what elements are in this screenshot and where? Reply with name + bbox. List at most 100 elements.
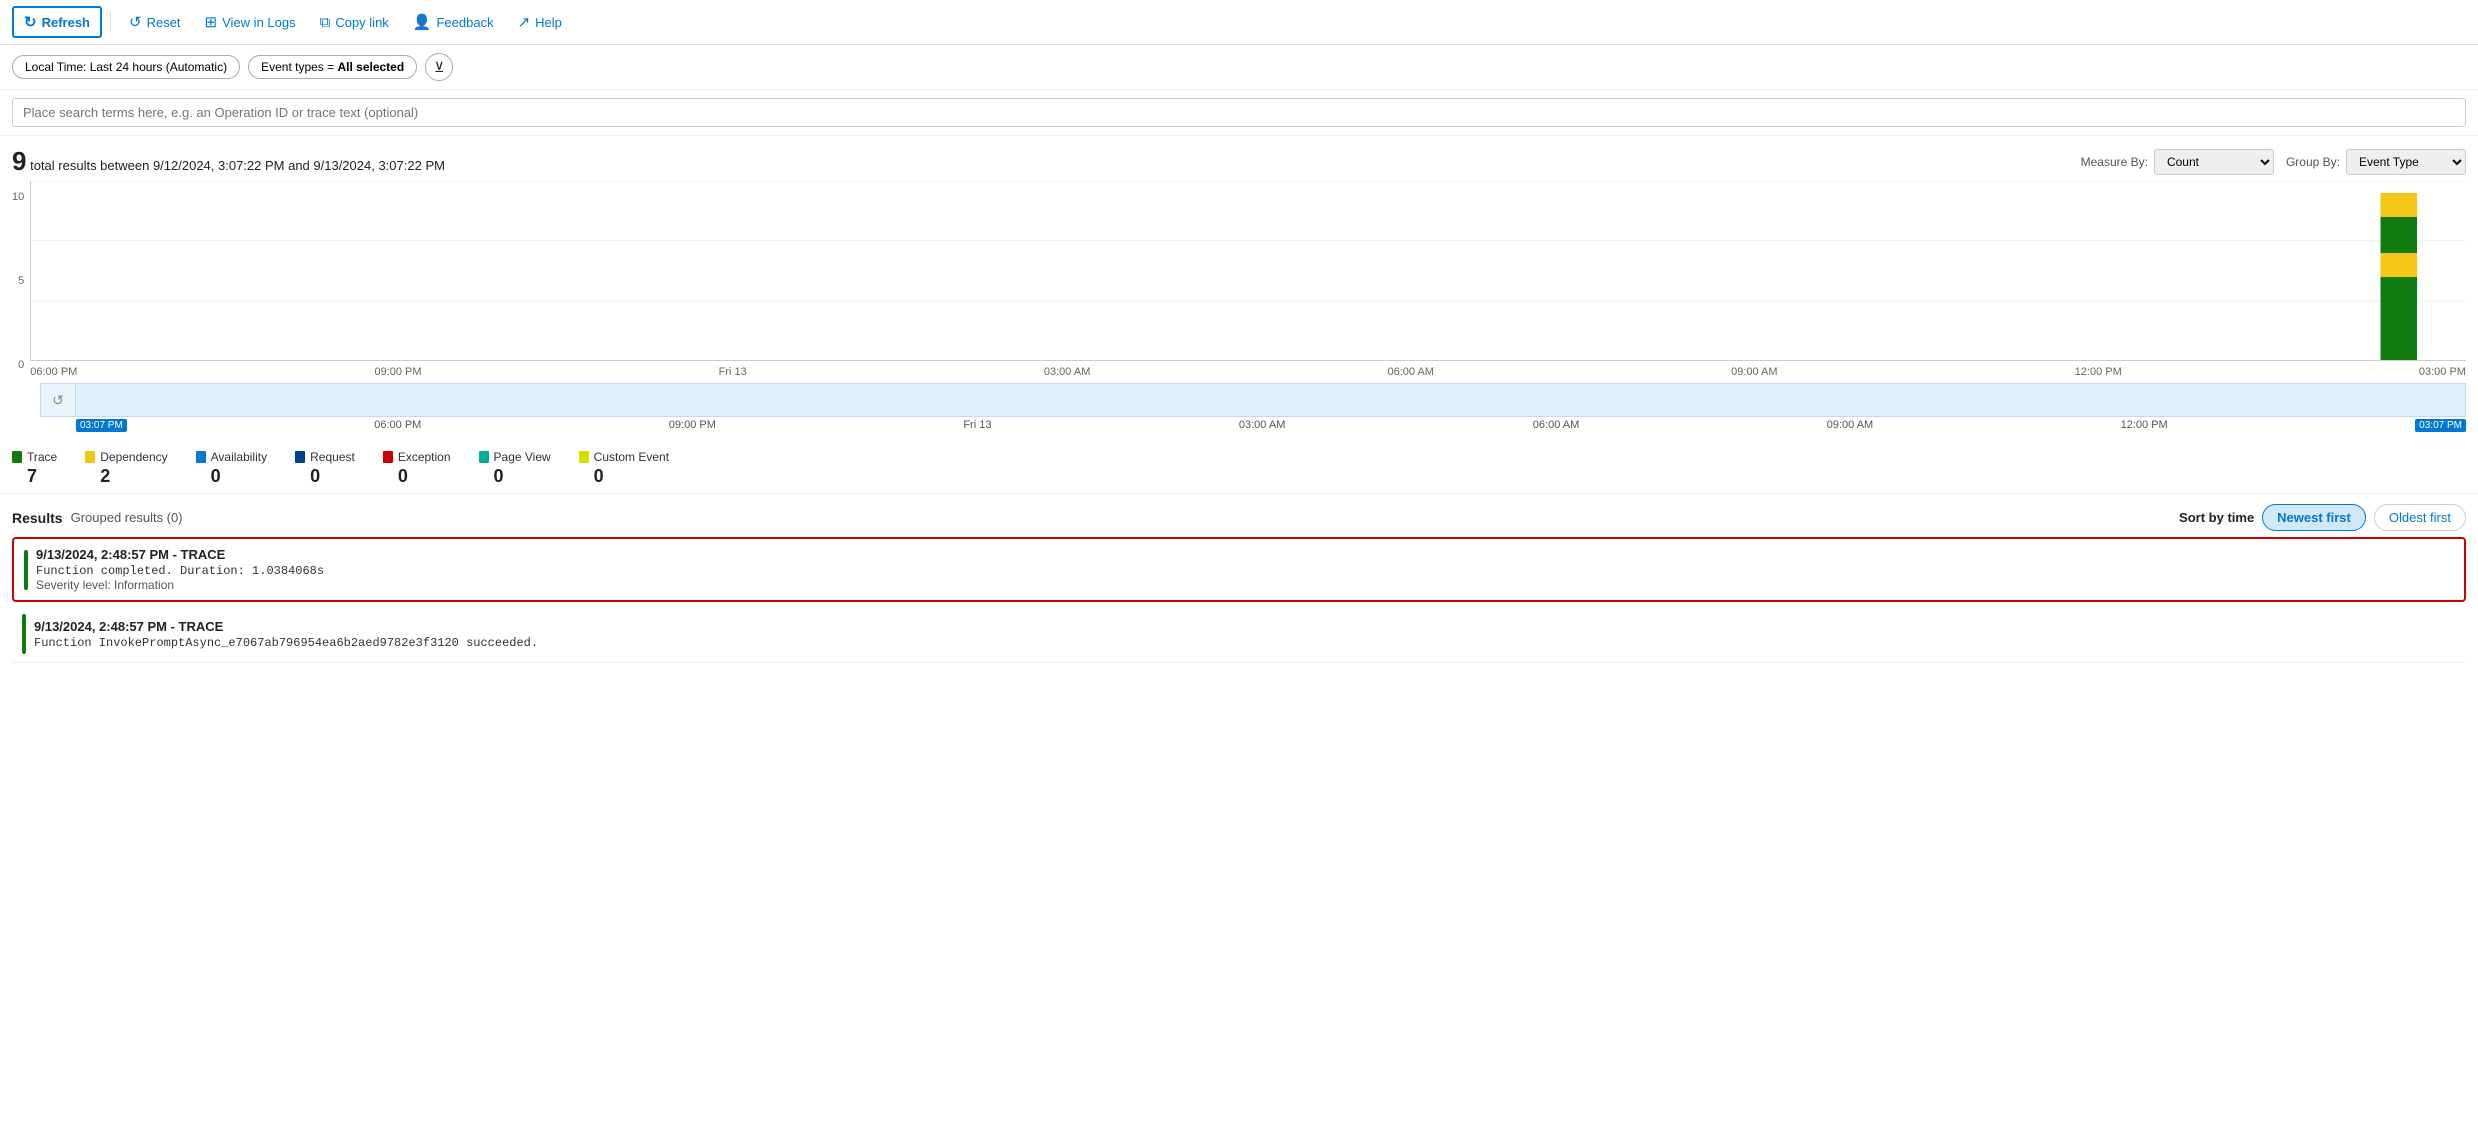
results-list: 9/13/2024, 2:48:57 PM - TRACE Function c…: [0, 537, 2478, 663]
legend-label: Exception: [383, 450, 451, 464]
measure-by-label: Measure By:: [2081, 155, 2148, 169]
legend-name: Dependency: [100, 450, 167, 464]
result-item-item1[interactable]: 9/13/2024, 2:48:57 PM - TRACE Function c…: [12, 537, 2466, 602]
x-axis: 06:00 PM 09:00 PM Fri 13 03:00 AM 06:00 …: [30, 366, 2466, 378]
x-label-4: 03:00 AM: [1044, 366, 1090, 378]
legend-name: Trace: [27, 450, 57, 464]
timeline-axis: 03:07 PM 06:00 PM 09:00 PM Fri 13 03:00 …: [76, 419, 2466, 432]
total-count: 9: [12, 146, 26, 176]
legend-count: 7: [12, 466, 57, 487]
chart-with-yaxis: 10 5 0 06:00 PM 09:00 PM: [12, 181, 2466, 381]
x-label-5: 06:00 AM: [1387, 366, 1433, 378]
results-title: Results: [12, 510, 63, 526]
legend-label: Trace: [12, 450, 57, 464]
result-content: 9/13/2024, 2:48:57 PM - TRACE Function c…: [36, 547, 2454, 592]
measure-by-group: Measure By: Count: [2081, 149, 2274, 175]
toolbar: ↻ Refresh ↺ Reset ⊞ View in Logs ⧉ Copy …: [0, 0, 2478, 45]
result-type-indicator: [22, 614, 26, 654]
help-button[interactable]: ↗ Help: [508, 8, 572, 36]
group-by-select[interactable]: Event Type: [2346, 149, 2466, 175]
sort-group: Sort by time Newest first Oldest first: [2179, 504, 2466, 531]
search-input[interactable]: [12, 98, 2466, 127]
summary-right: Measure By: Count Group By: Event Type: [2081, 149, 2466, 175]
results-header: Results Grouped results (0) Sort by time…: [0, 494, 2478, 537]
time-range-filter[interactable]: Local Time: Last 24 hours (Automatic): [12, 55, 240, 79]
chart-area: 10 5 0 06:00 PM 09:00 PM: [0, 181, 2478, 432]
legend-item-exception[interactable]: Exception 0: [383, 450, 451, 487]
reset-icon: ↺: [129, 13, 142, 31]
x-label-3: Fri 13: [719, 366, 747, 378]
search-bar: [0, 90, 2478, 136]
legend-item-trace[interactable]: Trace 7: [12, 450, 57, 487]
reset-button[interactable]: ↺ Reset: [119, 8, 191, 36]
legend-item-custom event[interactable]: Custom Event 0: [579, 450, 669, 487]
legend-count: 0: [295, 466, 355, 487]
x-label-8: 03:00 PM: [2419, 366, 2466, 378]
feedback-label: Feedback: [436, 15, 493, 30]
feedback-icon: 👤: [413, 13, 432, 31]
summary-section: 9 total results between 9/12/2024, 3:07:…: [0, 136, 2478, 181]
legend-label: Availability: [196, 450, 267, 464]
refresh-label: Refresh: [42, 15, 90, 30]
result-item-item2[interactable]: 9/13/2024, 2:48:57 PM - TRACE Function I…: [12, 606, 2466, 663]
group-by-label: Group By:: [2286, 155, 2340, 169]
result-severity: Severity level: Information: [36, 578, 2454, 592]
legend-count: 0: [383, 466, 451, 487]
legend-count: 0: [579, 466, 669, 487]
legend-count: 0: [196, 466, 267, 487]
chart-canvas[interactable]: 06:00 PM 09:00 PM Fri 13 03:00 AM 06:00 …: [30, 181, 2466, 381]
timeline-start-label: 03:07 PM: [76, 419, 127, 432]
copy-link-button[interactable]: ⧉ Copy link: [310, 9, 399, 36]
legend-label: Dependency: [85, 450, 167, 464]
legend-label: Request: [295, 450, 355, 464]
legend-item-availability[interactable]: Availability 0: [196, 450, 267, 487]
legend-item-request[interactable]: Request 0: [295, 450, 355, 487]
logs-icon: ⊞: [205, 13, 218, 31]
event-types-filter[interactable]: Event types = All selected: [248, 55, 417, 79]
legend-color-dot: [295, 451, 305, 463]
result-item-header: 9/13/2024, 2:48:57 PM - TRACE Function I…: [22, 614, 2456, 654]
timeline-end-label: 03:07 PM: [2415, 419, 2466, 432]
result-content: 9/13/2024, 2:48:57 PM - TRACE Function I…: [34, 619, 2456, 650]
reset-label: Reset: [147, 15, 181, 30]
timeline-x-2: 09:00 PM: [669, 419, 716, 432]
legend-count: 2: [85, 466, 167, 487]
legend-name: Exception: [398, 450, 451, 464]
legend-name: Request: [310, 450, 355, 464]
legend-color-dot: [579, 451, 589, 463]
newest-first-button[interactable]: Newest first: [2262, 504, 2366, 531]
refresh-button[interactable]: ↻ Refresh: [12, 6, 102, 38]
copy-link-label: Copy link: [335, 15, 388, 30]
result-timestamp: 9/13/2024, 2:48:57 PM - TRACE: [36, 547, 2454, 562]
y-label-10: 10: [12, 191, 24, 203]
legend-label: Page View: [479, 450, 551, 464]
event-types-value: All selected: [337, 60, 404, 74]
filter-options-button[interactable]: ⊻: [425, 53, 453, 81]
event-types-prefix: Event types =: [261, 60, 337, 74]
timeline-x-4: 03:00 AM: [1239, 419, 1285, 432]
toolbar-divider-1: [110, 12, 111, 32]
legend-item-page view[interactable]: Page View 0: [479, 450, 551, 487]
filter-bar: Local Time: Last 24 hours (Automatic) Ev…: [0, 45, 2478, 90]
feedback-button[interactable]: 👤 Feedback: [403, 8, 504, 36]
timeline-x-5: 06:00 AM: [1533, 419, 1579, 432]
view-in-logs-button[interactable]: ⊞ View in Logs: [195, 8, 306, 36]
legend-name: Availability: [211, 450, 267, 464]
timeline-x-1: 06:00 PM: [374, 419, 421, 432]
chart-svg: [30, 181, 2466, 361]
summary-left: 9 total results between 9/12/2024, 3:07:…: [12, 146, 445, 177]
y-label-5: 5: [18, 275, 24, 287]
help-icon: ↗: [518, 13, 531, 31]
legend-color-dot: [383, 451, 393, 463]
results-header-left: Results Grouped results (0): [12, 510, 183, 526]
filter-funnel-icon: ⊻: [434, 59, 444, 76]
timeline-x-3: Fri 13: [963, 419, 991, 432]
legend-row: Trace 7 Dependency 2 Availability 0 Requ…: [0, 436, 2478, 494]
timeline-inner[interactable]: [76, 383, 2466, 417]
oldest-first-button[interactable]: Oldest first: [2374, 504, 2466, 531]
measure-by-select[interactable]: Count: [2154, 149, 2274, 175]
legend-color-dot: [196, 451, 206, 463]
help-label: Help: [535, 15, 562, 30]
y-axis: 10 5 0: [12, 191, 30, 371]
legend-item-dependency[interactable]: Dependency 2: [85, 450, 167, 487]
